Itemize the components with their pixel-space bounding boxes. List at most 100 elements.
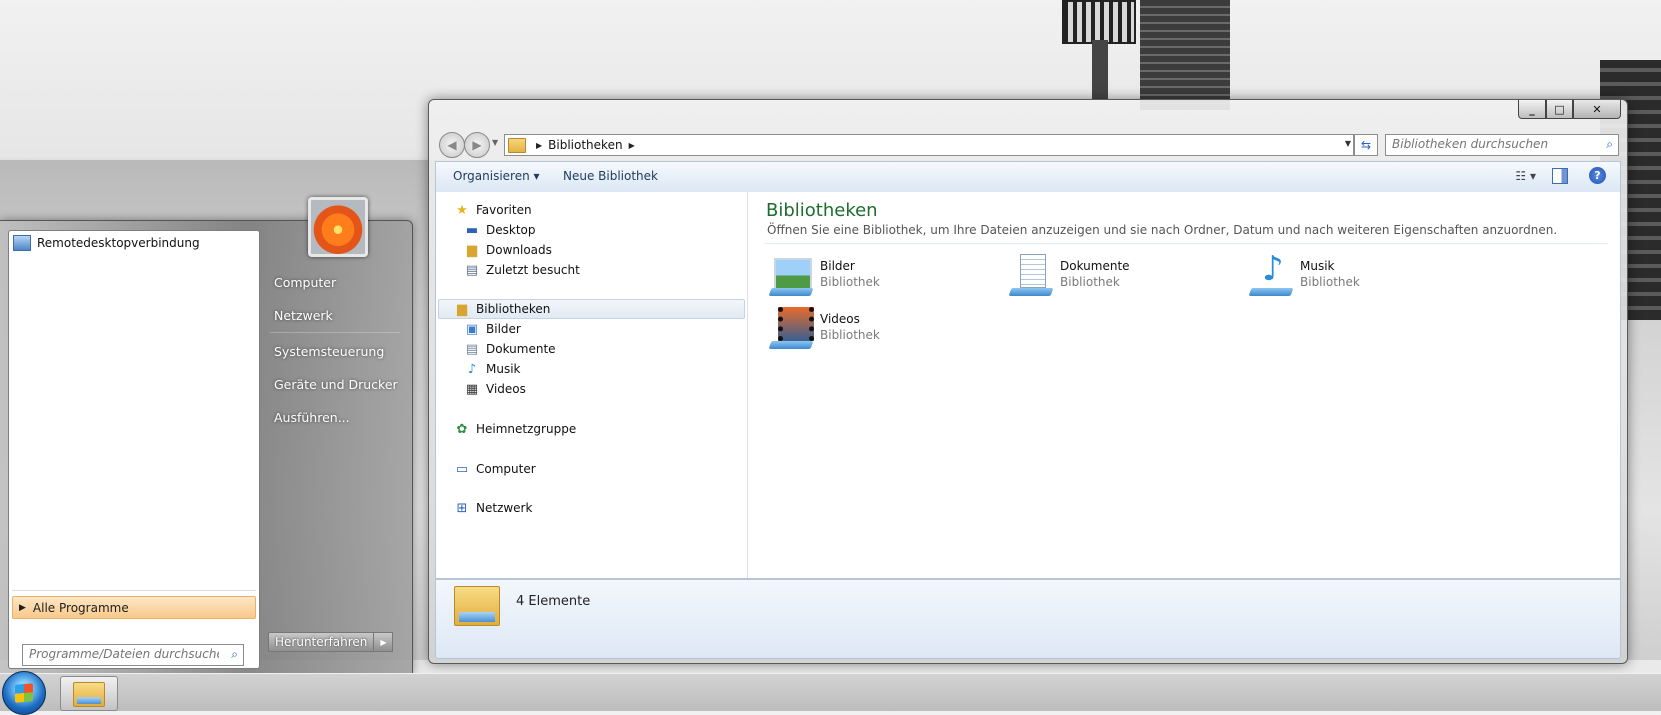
tree-item-favorites[interactable]: ★ Favoriten: [454, 200, 532, 220]
libraries-folder-icon: [508, 137, 526, 153]
tree-item-recent[interactable]: ▤ Zuletzt besucht: [464, 260, 580, 280]
library-item-music[interactable]: ♪ Musik Bibliothek: [1248, 252, 1360, 298]
search-icon[interactable]: ⌕: [231, 647, 238, 662]
library-type: Bibliothek: [1060, 275, 1120, 289]
libraries-icon: ▆: [457, 301, 467, 317]
user-picture[interactable]: [308, 197, 368, 257]
close-button[interactable]: ✕: [1573, 100, 1621, 119]
program-label: Remotedesktopverbindung: [37, 236, 200, 250]
start-item-computer[interactable]: Computer: [274, 275, 336, 290]
change-view-button[interactable]: ☷ ▾: [1515, 169, 1536, 183]
chevron-down-icon: ▾: [1529, 169, 1536, 183]
library-type: Bibliothek: [820, 275, 880, 289]
wallpaper-lighthouse-top: [1062, 0, 1136, 44]
tree-item-desktop[interactable]: ▬ Desktop: [464, 220, 536, 240]
all-programs-button[interactable]: ▶ Alle Programme: [12, 596, 256, 619]
remote-desktop-icon: [13, 235, 31, 251]
wallpaper-tower: [1140, 0, 1230, 110]
address-bar[interactable]: ▶ Bibliotheken ▶ ▼: [504, 134, 1354, 156]
library-name: Bilder: [820, 259, 855, 273]
arrow-right-icon: ▶: [472, 138, 482, 152]
windows-logo-icon: [15, 683, 33, 703]
minimize-button[interactable]: _: [1518, 100, 1546, 119]
view-icon: ☷: [1515, 169, 1527, 183]
maximize-button[interactable]: □: [1546, 100, 1573, 119]
triangle-right-icon: ▶: [19, 602, 26, 613]
breadcrumb-separator-icon[interactable]: ▶: [536, 141, 542, 150]
arrow-right-icon: ▶: [380, 637, 387, 647]
divider: [270, 332, 400, 333]
library-item-documents[interactable]: Dokumente Bibliothek: [1008, 252, 1130, 298]
program-remote-desktop[interactable]: Remotedesktopverbindung: [13, 235, 200, 251]
tree-label: Bibliotheken: [476, 302, 551, 316]
page-title: Bibliotheken: [766, 200, 878, 221]
start-item-control-panel[interactable]: Systemsteuerung: [274, 344, 384, 359]
libraries-large-icon: [454, 586, 500, 626]
refresh-button[interactable]: ⇆: [1354, 134, 1378, 156]
all-programs-label: Alle Programme: [32, 600, 129, 615]
tree-item-downloads[interactable]: ▆ Downloads: [464, 240, 552, 260]
tree-item-libraries[interactable]: ▆ Bibliotheken: [438, 299, 745, 319]
history-dropdown-icon[interactable]: ▼: [492, 138, 498, 147]
tree-label: Desktop: [486, 223, 536, 237]
shutdown-button[interactable]: Herunterfahren: [268, 632, 375, 652]
tree-label: Netzwerk: [476, 501, 533, 515]
shutdown-options-button[interactable]: ▶: [374, 632, 394, 652]
tree-label: Favoriten: [476, 203, 532, 217]
preview-pane-button[interactable]: [1552, 168, 1568, 184]
breadcrumb-libraries[interactable]: Bibliotheken: [548, 138, 622, 152]
explorer-body: ★ Favoriten ▬ Desktop ▆ Downloads ▤ Zuletzt …: [435, 192, 1621, 579]
tree-item-music[interactable]: ♪ Musik: [464, 359, 521, 379]
start-search-input[interactable]: [23, 645, 225, 663]
help-button[interactable]: ?: [1589, 167, 1606, 184]
start-menu: Remotedesktopverbindung ▶ Alle Programme…: [0, 197, 413, 675]
tree-item-network[interactable]: ⊞ Netzwerk: [454, 498, 533, 518]
library-name: Musik: [1300, 259, 1335, 273]
forward-button[interactable]: ▶: [464, 132, 490, 158]
tree-item-computer[interactable]: ▭ Computer: [454, 459, 536, 479]
explorer-folder-icon: [73, 682, 105, 707]
tree-item-documents[interactable]: ▤ Dokumente: [464, 339, 556, 359]
content-pane: Bibliotheken Öffnen Sie eine Bibliothek,…: [748, 192, 1620, 578]
refresh-icon: ⇆: [1360, 138, 1372, 152]
recent-places-icon: ▤: [465, 262, 479, 278]
library-item-videos[interactable]: Videos Bibliothek: [768, 305, 880, 351]
library-item-pictures[interactable]: Bilder Bibliothek: [768, 252, 880, 298]
start-item-run[interactable]: Ausführen...: [274, 410, 350, 425]
tree-item-videos[interactable]: ▦ Videos: [464, 379, 526, 399]
tree-label: Heimnetzgruppe: [476, 422, 577, 436]
organize-button[interactable]: Organisieren ▾: [453, 169, 540, 183]
address-dropdown-icon[interactable]: ▼: [1345, 139, 1351, 148]
star-icon: ★: [456, 202, 468, 218]
start-menu-programs: Remotedesktopverbindung ▶ Alle Programme…: [8, 230, 260, 669]
start-search-box: ⌕: [22, 644, 244, 666]
details-pane: 4 Elemente: [435, 579, 1621, 659]
documents-icon: ▤: [465, 341, 479, 357]
page-subtitle: Öffnen Sie eine Bibliothek, um Ihre Date…: [767, 223, 1558, 237]
music-library-icon: ♪: [1248, 252, 1294, 298]
item-count: 4 Elemente: [516, 594, 591, 609]
search-input[interactable]: [1386, 135, 1598, 153]
new-library-button[interactable]: Neue Bibliothek: [563, 169, 658, 183]
breadcrumb-separator-icon[interactable]: ▶: [629, 141, 635, 150]
explorer-window[interactable]: _ □ ✕ ◀ ▶ ▼ ▶ Bibliotheken ▶ ▼ ⇆ ⌕ Organ…: [428, 99, 1628, 664]
computer-icon: ▭: [455, 461, 469, 477]
start-item-devices-printers[interactable]: Geräte und Drucker: [274, 377, 398, 392]
navigation-bar: ◀ ▶ ▼ ▶ Bibliotheken ▶ ▼ ⇆ ⌕: [437, 131, 1619, 158]
music-icon: ♪: [467, 361, 477, 377]
wallpaper-post: [1092, 40, 1108, 100]
back-button[interactable]: ◀: [439, 132, 465, 158]
tree-label: Musik: [486, 362, 521, 376]
search-icon[interactable]: ⌕: [1606, 137, 1613, 152]
videos-icon: ▦: [465, 381, 479, 397]
start-item-network[interactable]: Netzwerk: [274, 308, 333, 323]
start-button[interactable]: [2, 671, 46, 715]
tree-item-homegroup[interactable]: ✿ Heimnetzgruppe: [454, 419, 577, 439]
help-icon: ?: [1594, 169, 1601, 182]
tree-item-pictures[interactable]: ▣ Bilder: [464, 319, 521, 339]
taskbar-explorer-button[interactable]: [60, 676, 118, 711]
tree-label: Dokumente: [486, 342, 556, 356]
documents-library-icon: [1008, 252, 1054, 298]
library-type: Bibliothek: [820, 328, 880, 342]
pictures-library-icon: [768, 252, 814, 298]
